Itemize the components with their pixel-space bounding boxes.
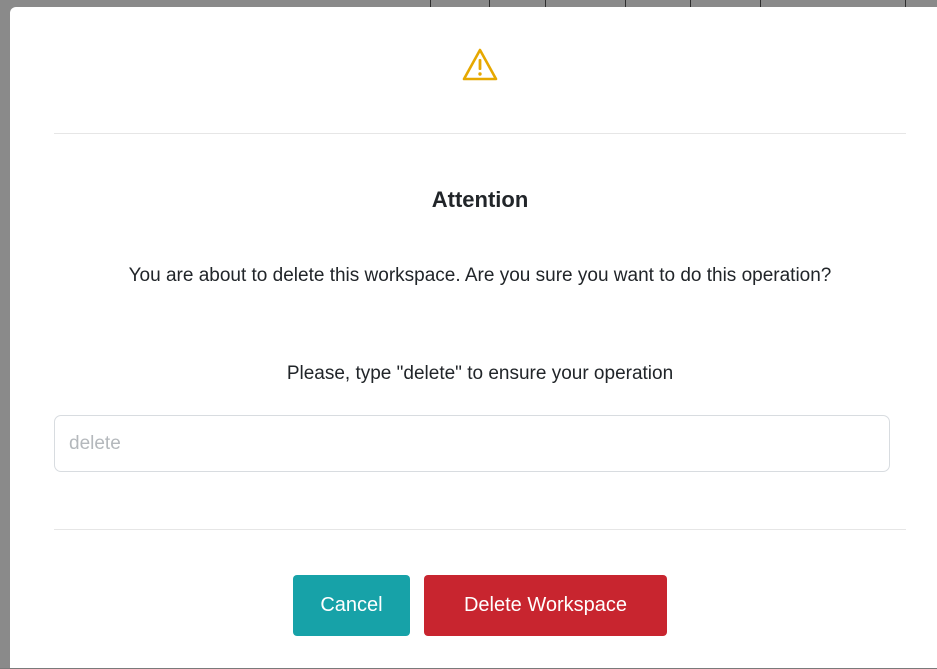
- confirmation-input[interactable]: [54, 415, 890, 472]
- dialog-title: Attention: [431, 187, 529, 212]
- delete-workspace-button[interactable]: Delete Workspace: [424, 575, 667, 636]
- dialog-body: Attention You are about to delete this w…: [54, 134, 906, 530]
- dialog-footer: Cancel Delete Workspace: [54, 529, 906, 669]
- dialog-header: [54, 7, 906, 134]
- delete-workspace-dialog: Attention You are about to delete this w…: [10, 7, 937, 668]
- dialog-message: You are about to delete this workspace. …: [128, 265, 832, 286]
- cancel-button[interactable]: Cancel: [293, 575, 410, 636]
- warning-triangle-icon: [462, 48, 498, 81]
- confirmation-hint: Please, type "delete" to ensure your ope…: [286, 363, 674, 384]
